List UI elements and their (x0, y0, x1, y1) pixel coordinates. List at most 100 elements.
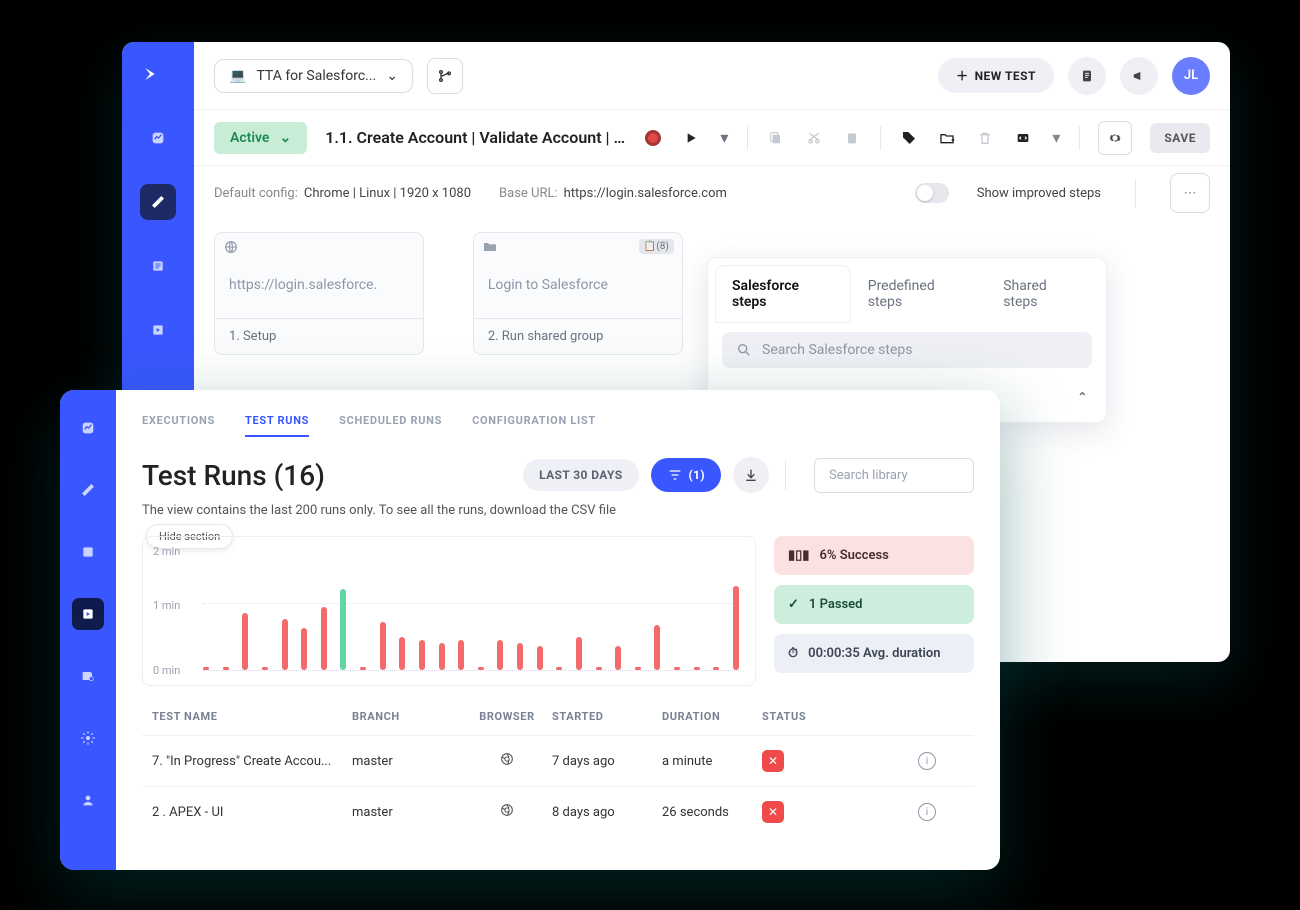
run-bar[interactable] (635, 667, 641, 670)
cut-button[interactable] (804, 128, 824, 148)
run-bar[interactable] (517, 643, 523, 670)
folder-add-button[interactable] (937, 128, 957, 148)
cell-started: 7 days ago (552, 754, 662, 769)
steps-search-input[interactable]: Search Salesforce steps (722, 332, 1092, 368)
megaphone-icon (1131, 68, 1147, 84)
nav-config[interactable] (72, 660, 104, 692)
step-card[interactable]: https://login.salesforce. 1. Setup (214, 232, 424, 355)
date-range-button[interactable]: LAST 30 DAYS (523, 459, 638, 491)
play-options[interactable]: ▾ (719, 128, 729, 148)
tab-configuration-list[interactable]: CONFIGURATION LIST (472, 414, 596, 437)
tab-test-runs[interactable]: TEST RUNS (245, 414, 309, 437)
dots-icon: ⋯ (1184, 186, 1197, 201)
run-bar[interactable] (282, 619, 288, 670)
variable-button[interactable] (1013, 128, 1033, 148)
run-bar[interactable] (380, 622, 386, 670)
download-button[interactable] (733, 457, 769, 493)
nav-settings[interactable] (72, 722, 104, 754)
save-label: SAVE (1164, 131, 1196, 145)
run-bar[interactable] (439, 643, 445, 670)
branch-button[interactable] (427, 58, 463, 94)
run-bar[interactable] (556, 667, 562, 670)
run-bar[interactable] (596, 667, 602, 670)
col-browser: BROWSER (462, 710, 552, 723)
run-bar[interactable] (340, 589, 346, 670)
nav-dashboard[interactable] (72, 412, 104, 444)
run-bar[interactable] (262, 667, 268, 670)
play-button[interactable] (681, 128, 701, 148)
run-bar[interactable] (497, 640, 503, 670)
steps-search-placeholder: Search Salesforce steps (762, 342, 912, 358)
run-bar[interactable] (576, 637, 582, 670)
run-bar[interactable] (733, 586, 739, 670)
run-bar[interactable] (537, 646, 543, 670)
project-select[interactable]: 💻 TTA for Salesforc... ⌄ (214, 59, 413, 93)
copy-icon (768, 130, 784, 146)
nav-runs[interactable] (72, 598, 104, 630)
save-button[interactable]: SAVE (1150, 123, 1210, 153)
run-bar[interactable] (694, 667, 700, 670)
copy-button[interactable] (766, 128, 786, 148)
settings-button[interactable] (1098, 121, 1132, 155)
tab-predefined-steps[interactable]: Predefined steps (852, 266, 985, 322)
subtabs: EXECUTIONS TEST RUNS SCHEDULED RUNS CONF… (142, 414, 974, 437)
new-test-label: NEW TEST (975, 69, 1036, 83)
search-library-input[interactable]: Search library (814, 458, 974, 493)
bars-container (203, 551, 739, 671)
delete-button[interactable] (975, 128, 995, 148)
run-bar[interactable] (615, 646, 621, 670)
cell-info[interactable]: i (842, 752, 964, 770)
paste-button[interactable] (842, 128, 862, 148)
run-bar[interactable] (654, 625, 660, 670)
table-row[interactable]: 7. "In Progress" Create Accou...master7 … (142, 735, 974, 786)
baseurl-label: Base URL: (499, 186, 558, 201)
filter-count: (1) (689, 468, 706, 482)
tag-button[interactable] (899, 128, 919, 148)
nav-dashboard[interactable] (140, 120, 176, 156)
user-avatar[interactable]: JL (1172, 57, 1210, 95)
new-test-button[interactable]: ＋NEW TEST (938, 58, 1054, 93)
cell-name: 2 . APEX - UI (152, 805, 352, 820)
run-bar[interactable] (419, 640, 425, 670)
announce-button[interactable] (1120, 57, 1158, 95)
nav-runs[interactable] (140, 312, 176, 348)
table-body: 7. "In Progress" Create Accou...master7 … (142, 735, 974, 837)
run-bar[interactable] (674, 667, 680, 670)
run-bar[interactable] (242, 613, 248, 670)
record-button[interactable] (643, 128, 663, 148)
run-bar[interactable] (478, 667, 484, 670)
nav-editor[interactable] (72, 474, 104, 506)
improved-steps-toggle[interactable] (915, 183, 949, 203)
variable-options[interactable]: ▾ (1051, 128, 1061, 148)
tab-salesforce-steps[interactable]: Salesforce steps (716, 266, 850, 322)
run-bar[interactable] (360, 667, 366, 670)
run-bar[interactable] (458, 640, 464, 670)
config-bar: Default config:Chrome | Linux | 1920 x 1… (194, 166, 1230, 220)
filter-icon (667, 467, 683, 483)
stat-success: ▮▯▮6% Success (774, 536, 974, 575)
search-icon (736, 342, 752, 358)
tab-shared-steps[interactable]: Shared steps (987, 266, 1098, 322)
info-icon: i (918, 803, 936, 821)
status-select[interactable]: Active⌄ (214, 122, 307, 154)
runs-body: EXECUTIONS TEST RUNS SCHEDULED RUNS CONF… (116, 390, 1000, 870)
nav-list[interactable] (140, 248, 176, 284)
cell-branch: master (352, 754, 462, 769)
nav-user[interactable] (72, 784, 104, 816)
filter-button[interactable]: (1) (651, 458, 722, 492)
step-card[interactable]: 📋(8) Login to Salesforce 2. Run shared g… (473, 232, 683, 355)
run-bar[interactable] (321, 607, 327, 670)
tab-scheduled-runs[interactable]: SCHEDULED RUNS (339, 414, 442, 437)
tab-executions[interactable]: EXECUTIONS (142, 414, 215, 437)
run-bar[interactable] (399, 637, 405, 670)
table-row[interactable]: 2 . APEX - UImaster8 days ago26 seconds✕… (142, 786, 974, 837)
more-button[interactable]: ⋯ (1170, 173, 1210, 213)
docs-button[interactable] (1068, 57, 1106, 95)
nav-editor[interactable] (140, 184, 176, 220)
run-bar[interactable] (713, 667, 719, 670)
run-bar[interactable] (301, 628, 307, 670)
run-bar[interactable] (223, 667, 229, 670)
run-bar[interactable] (203, 667, 209, 670)
cell-info[interactable]: i (842, 803, 964, 821)
nav-list[interactable] (72, 536, 104, 568)
